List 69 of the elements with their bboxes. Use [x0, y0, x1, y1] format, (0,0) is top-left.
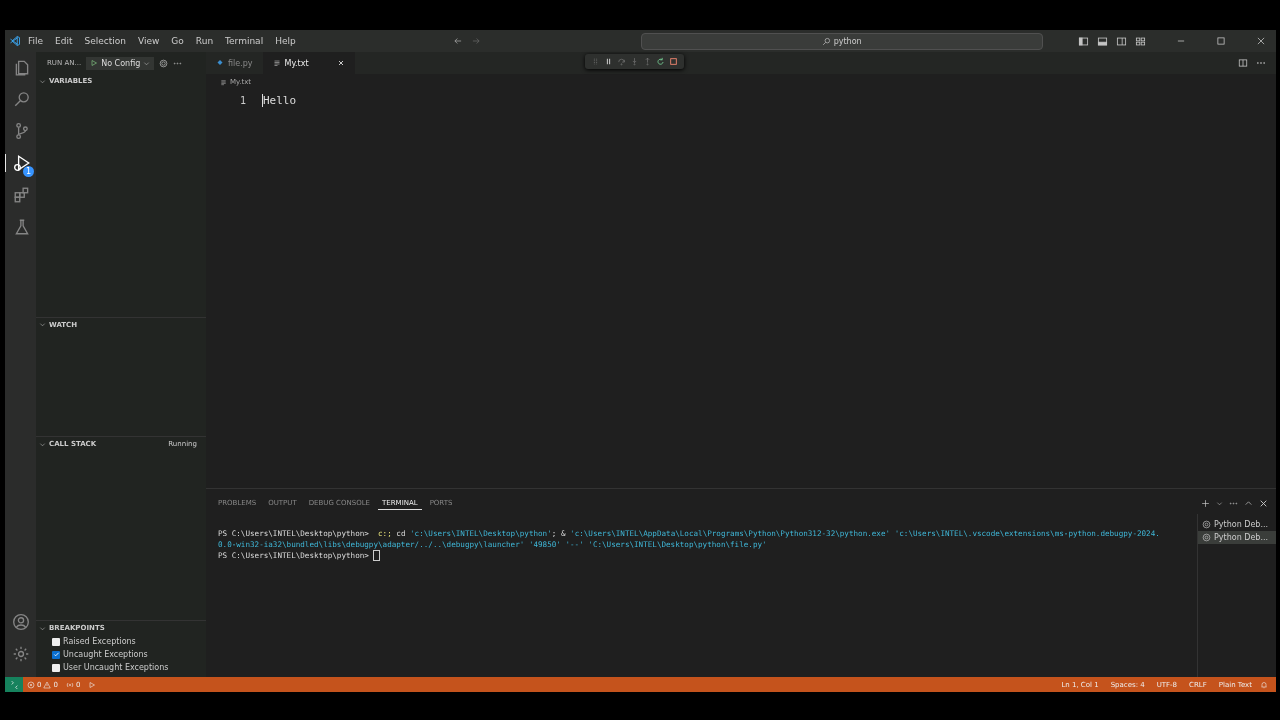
step-into-icon[interactable]: [630, 57, 639, 66]
debug-icon[interactable]: [88, 680, 97, 689]
gear-icon[interactable]: [159, 58, 169, 68]
terminal-session[interactable]: Python Deb...: [1198, 531, 1276, 544]
editor-tab[interactable]: file.py: [206, 52, 263, 74]
menu-item[interactable]: Help: [270, 34, 301, 48]
extensions-icon[interactable]: [12, 186, 31, 204]
bell-icon[interactable]: [1260, 680, 1268, 689]
menu-item[interactable]: File: [23, 34, 49, 48]
more-icon[interactable]: [1229, 499, 1238, 508]
pause-icon[interactable]: [604, 57, 613, 66]
warning-icon: [43, 680, 52, 689]
menu-item[interactable]: Go: [166, 34, 189, 48]
menu-item[interactable]: Run: [190, 34, 219, 48]
menu-item[interactable]: Terminal: [220, 34, 269, 48]
panel-layout-icon[interactable]: [1097, 35, 1108, 47]
chevron-down-icon: [143, 59, 151, 67]
checkbox[interactable]: [52, 650, 60, 659]
chevron-down-icon: [39, 440, 46, 448]
text-file-icon: [272, 59, 281, 67]
antenna-icon: [65, 680, 74, 689]
search-icon[interactable]: [12, 90, 31, 108]
checkbox[interactable]: [52, 637, 60, 646]
customize-layout-icon[interactable]: [1135, 35, 1146, 47]
settings-icon[interactable]: [11, 645, 30, 663]
maximize-icon[interactable]: [1216, 36, 1226, 46]
menu-item[interactable]: View: [133, 34, 165, 48]
back-arrow-icon[interactable]: [452, 36, 463, 46]
menu-item[interactable]: Edit: [50, 34, 78, 48]
chevron-down-icon: [39, 77, 46, 85]
step-out-icon[interactable]: [643, 57, 652, 66]
step-over-icon[interactable]: [617, 57, 626, 66]
terminal-cursor: [373, 550, 381, 561]
close-icon[interactable]: [1259, 499, 1268, 508]
count-badge: 1: [23, 166, 34, 177]
chevron-up-icon[interactable]: [1244, 499, 1253, 508]
line-number: 1: [238, 95, 247, 106]
terminal-session[interactable]: Python Deb...: [1198, 518, 1276, 531]
config-dropdown[interactable]: No Config: [86, 56, 155, 70]
close-icon[interactable]: [336, 59, 345, 67]
sidebar-layout-icon[interactable]: [1078, 35, 1089, 47]
text-file-icon: [220, 78, 227, 86]
play-icon: [90, 59, 99, 67]
stop-icon[interactable]: [669, 57, 678, 66]
error-icon: [27, 680, 35, 689]
search-icon: [821, 36, 831, 46]
plus-icon[interactable]: [1201, 499, 1210, 508]
check-icon: [52, 651, 60, 658]
drag-handle-icon[interactable]: [591, 57, 600, 66]
code-line: Hello: [262, 94, 297, 107]
chevron-down-icon[interactable]: [1216, 500, 1223, 507]
vscode-logo-icon: [9, 35, 21, 47]
checkbox-label: User Uncaught Exceptions: [63, 663, 169, 672]
python-file-icon: [216, 59, 224, 67]
checkbox-label: Raised Exceptions: [63, 637, 136, 646]
menu-item[interactable]: Selection: [79, 34, 131, 48]
command-center-field[interactable]: python: [640, 32, 1043, 50]
chevron-down-icon: [39, 321, 46, 329]
run-debug-icon[interactable]: [12, 154, 31, 172]
split-editor-icon[interactable]: [1238, 58, 1248, 68]
restart-icon[interactable]: [656, 57, 665, 66]
split-layout-icon[interactable]: [1116, 35, 1127, 47]
checkbox-label: Uncaught Exceptions: [63, 650, 148, 659]
account-icon[interactable]: [11, 613, 30, 631]
checkbox[interactable]: [52, 663, 60, 672]
close-icon[interactable]: [1256, 36, 1266, 46]
chevron-down-icon: [39, 624, 46, 632]
editor-tab[interactable]: My.txt: [262, 52, 355, 74]
remote-icon: [9, 680, 19, 689]
